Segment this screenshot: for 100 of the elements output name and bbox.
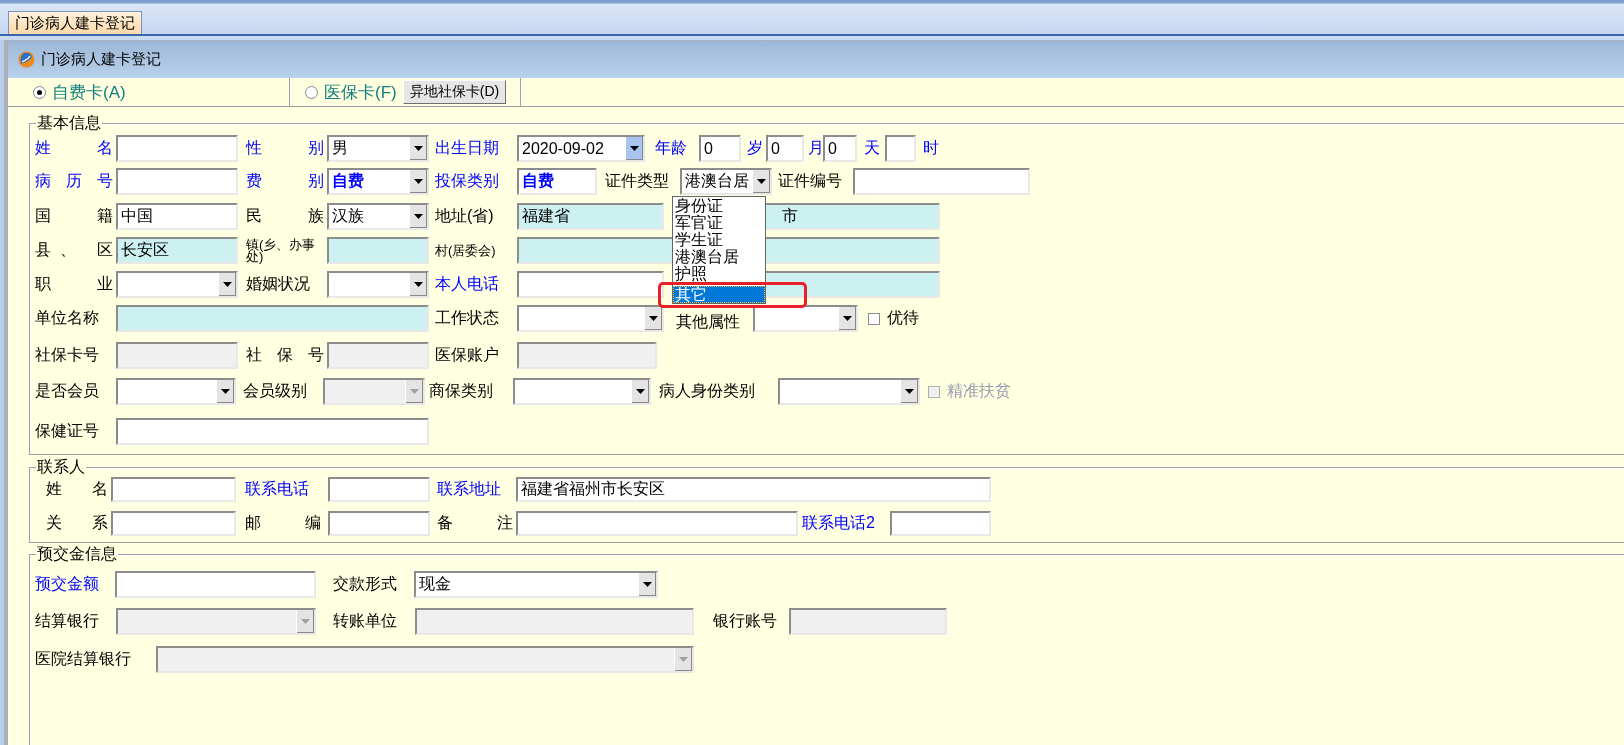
dropdown[interactable] xyxy=(116,378,236,405)
field-label: 预交金额 xyxy=(35,574,100,594)
text-field[interactable] xyxy=(890,511,991,536)
field-label: 医院结算银行 xyxy=(35,649,132,669)
dropdown[interactable]: 汉族 xyxy=(327,203,429,230)
field-label: 证件类型 xyxy=(605,171,670,191)
caret-icon xyxy=(843,316,852,321)
text-field[interactable] xyxy=(116,342,238,369)
caret-icon xyxy=(221,389,230,394)
radio-option[interactable]: 自费卡(A) xyxy=(33,80,283,104)
field-label: 工作状态 xyxy=(435,308,500,328)
radio-option[interactable]: 医保卡(F) xyxy=(305,80,397,104)
field-label: 联系地址 xyxy=(437,479,502,499)
logo-icon xyxy=(18,51,35,68)
text-field[interactable]: 中国 xyxy=(116,203,238,230)
text-field[interactable] xyxy=(116,135,238,162)
caret-icon xyxy=(414,282,423,287)
dropdown[interactable] xyxy=(513,378,651,405)
caret-icon xyxy=(630,146,639,151)
field-label: 关 系 xyxy=(46,513,108,533)
text-field[interactable] xyxy=(517,342,657,369)
text-field[interactable] xyxy=(516,511,798,536)
dropdown[interactable] xyxy=(517,305,664,332)
field-label: 交款形式 xyxy=(333,574,398,594)
dropdown[interactable]: 港澳台居 xyxy=(680,168,772,195)
text-field[interactable]: 自费 xyxy=(517,168,597,195)
window-title: 门诊病人建卡登记 xyxy=(41,50,161,69)
field-label: 年龄 xyxy=(655,138,688,158)
caret-icon xyxy=(757,179,766,184)
field-label: 邮 编 xyxy=(245,513,321,533)
caret-icon xyxy=(414,214,423,219)
group-title: 基本信息 xyxy=(36,113,102,133)
caret-icon xyxy=(643,582,652,587)
field-label: 镇(乡、办事处) xyxy=(246,238,317,263)
dropdown-option[interactable]: 护照 xyxy=(673,265,765,282)
dropdown[interactable] xyxy=(327,271,429,298)
field-label: 证件编号 xyxy=(778,171,843,191)
field-label: 是否会员 xyxy=(35,381,100,401)
field-label: 结算银行 xyxy=(35,611,100,631)
field-label: 县、 区 xyxy=(35,240,113,260)
dropdown[interactable]: 自费 xyxy=(327,168,429,195)
text-field[interactable] xyxy=(415,608,694,635)
field-label: 社保卡号 xyxy=(35,345,100,365)
field-label: 银行账号 xyxy=(713,611,778,631)
field-label: 病人身份类别 xyxy=(659,381,756,401)
dropdown[interactable]: 男 xyxy=(327,135,429,162)
text-field[interactable] xyxy=(115,571,316,598)
field-label: 单位名称 xyxy=(35,308,100,328)
field-label: 姓 名 xyxy=(35,138,113,158)
field-label: 时 xyxy=(923,138,940,158)
caret-icon xyxy=(223,282,232,287)
text-field[interactable] xyxy=(116,418,429,445)
text-field[interactable] xyxy=(789,608,947,635)
text-field[interactable] xyxy=(327,342,429,369)
text-field[interactable]: 0 xyxy=(766,135,804,162)
field-label: 联系电话 xyxy=(245,479,310,499)
field-label: 投保类别 xyxy=(435,171,500,191)
group-title: 联系人 xyxy=(36,457,86,477)
field-label: 性 别 xyxy=(246,138,324,158)
dropdown-option[interactable]: 学生证 xyxy=(673,231,765,248)
caret-icon xyxy=(410,389,419,394)
field-label: 本人电话 xyxy=(435,274,500,294)
text-field[interactable] xyxy=(328,511,430,536)
dropdown-option[interactable]: 港澳台居 xyxy=(673,248,765,265)
text-field[interactable] xyxy=(116,168,238,195)
tab[interactable]: 门诊病人建卡登记 xyxy=(8,11,142,34)
remote-card-button[interactable]: 异地社保卡(D) xyxy=(402,80,507,104)
field-label: 其他属性 xyxy=(676,312,741,332)
text-field[interactable] xyxy=(885,135,916,162)
text-field[interactable]: 0 xyxy=(699,135,741,162)
field-label: 姓 名 xyxy=(46,479,108,499)
text-field[interactable] xyxy=(517,271,664,298)
text-field[interactable] xyxy=(111,477,236,502)
text-field[interactable] xyxy=(328,477,430,502)
field-label: 岁 xyxy=(747,138,764,158)
text-field[interactable] xyxy=(327,237,429,264)
dropdown[interactable] xyxy=(753,305,858,332)
checkbox[interactable] xyxy=(868,312,880,325)
text-field[interactable]: 福建省 xyxy=(517,203,664,230)
text-field[interactable] xyxy=(116,305,429,332)
dropdown[interactable] xyxy=(778,378,920,405)
field-label: 保健证号 xyxy=(35,421,100,441)
text-field[interactable] xyxy=(111,511,236,536)
text-field[interactable]: 0 xyxy=(823,135,857,162)
field-label: 转账单位 xyxy=(333,611,398,631)
field-label: 职 业 xyxy=(35,274,113,294)
dropdown-option[interactable]: 其它 xyxy=(673,286,765,303)
text-field[interactable] xyxy=(853,168,1030,195)
dropdown[interactable]: 现金 xyxy=(414,571,658,598)
checkbox-label: 精准扶贫 xyxy=(947,381,1011,401)
caret-icon xyxy=(679,657,688,662)
dropdown[interactable] xyxy=(116,271,238,298)
caret-icon xyxy=(301,619,310,624)
date-picker[interactable]: 2020-09-02 xyxy=(517,135,645,162)
text-field[interactable]: 福建省福州市长安区 xyxy=(516,477,991,502)
field-label: 会员级别 xyxy=(243,381,308,401)
caret-icon xyxy=(905,389,914,394)
field-label: 联系电话2 xyxy=(802,513,876,533)
text-field[interactable]: 长安区 xyxy=(116,237,238,264)
caret-icon xyxy=(636,389,645,394)
